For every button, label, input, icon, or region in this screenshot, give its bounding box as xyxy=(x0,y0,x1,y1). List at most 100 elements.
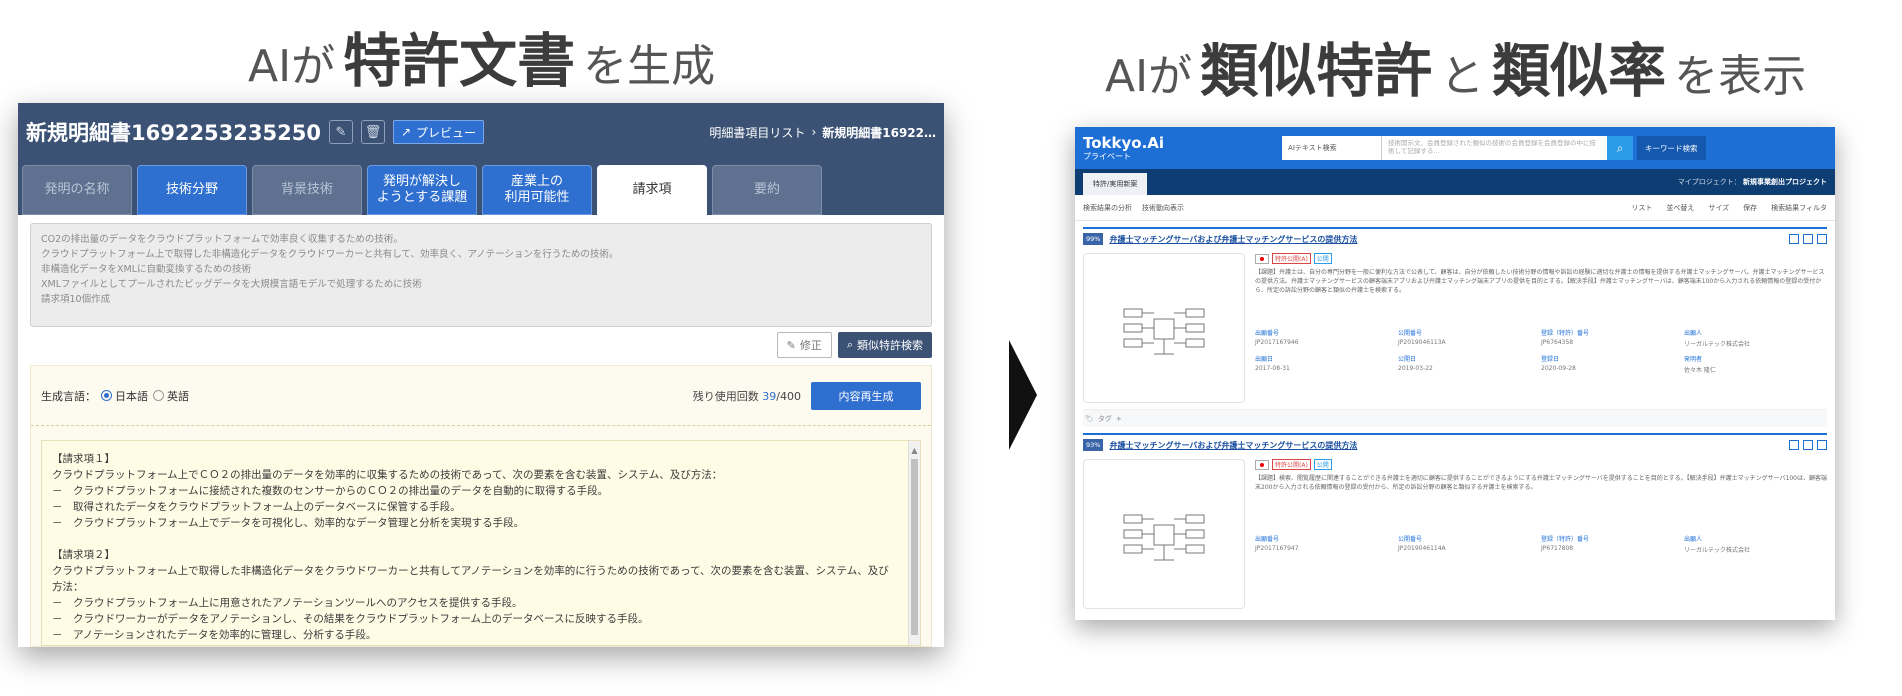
edit-title-button[interactable]: ✎ xyxy=(328,120,353,144)
scroll-up-icon[interactable]: ▲ xyxy=(909,443,920,459)
tab-0[interactable]: 発明の名称 xyxy=(22,165,132,215)
search-button[interactable]: ⌕ xyxy=(1607,136,1634,160)
document-title: 新規明細書1692253235250 xyxy=(26,121,321,145)
meta-value: 2020-09-28 xyxy=(1541,365,1576,372)
toolbar-item-0[interactable]: 検索結果の分析 xyxy=(1083,203,1132,213)
sub-header: 特許/実用新案 マイプロジェクト： 新規事業創出プロジェクト xyxy=(1075,169,1835,195)
patent-figure-thumbnail[interactable] xyxy=(1083,459,1245,609)
headline-pre: AIが xyxy=(1105,51,1193,102)
bookmark-icon[interactable] xyxy=(1803,234,1813,244)
preview-label: プレビュー xyxy=(416,125,477,140)
remaining-used: 39 xyxy=(762,389,777,403)
add-tag-icon[interactable]: + xyxy=(1116,415,1122,423)
regenerate-button[interactable]: 内容再生成 xyxy=(811,381,921,410)
meta-key: 登録（特許）番号 xyxy=(1541,536,1590,543)
claim-line: － アノテーションされたデータを効率的に管理し、分析する手段。 xyxy=(52,629,377,641)
tab-patents[interactable]: 特許/実用新案 xyxy=(1083,173,1148,195)
remaining-count: 残り使用回数 39/400 xyxy=(693,388,801,404)
meta-key: 出願人 xyxy=(1684,330,1703,337)
toolbar-action-4[interactable]: 検索結果フィルタ xyxy=(1771,203,1827,213)
meta-key: 登録日 xyxy=(1541,356,1560,363)
patent-editor-panel: 新規明細書1692253235250 ✎ 🗑 ↗ プレビュー 明細書項目リスト … xyxy=(18,103,944,647)
logo[interactable]: Tokkyo.Ai プライベート xyxy=(1083,135,1164,162)
result-badges: 特許公開(A) 公開 xyxy=(1255,459,1827,470)
preview-button[interactable]: ↗ プレビュー xyxy=(392,120,485,144)
similar-patent-search-button[interactable]: ⌕ 類似特許検索 xyxy=(837,332,932,358)
meta-value: JP2017167946 xyxy=(1255,339,1299,346)
pencil-icon: ✎ xyxy=(786,338,796,352)
breadcrumb: 明細書項目リスト › 新規明細書16922… xyxy=(709,124,936,141)
result-card-body: 特許公開(A) 公開 【課題】弁護士は、自分の専門分野を一般に便利な方法で公表して、… xyxy=(1083,253,1827,403)
result-abstract: 【課題】検索、閲覧履歴に関連することができる弁護士を適切に顧客に提供することがで… xyxy=(1255,475,1827,491)
tag-icon: 🏷 xyxy=(1085,414,1094,423)
headline-mid: と xyxy=(1440,51,1485,102)
similarity-badge: 99% xyxy=(1083,233,1104,245)
patent-figure-thumbnail[interactable] xyxy=(1083,253,1245,403)
search-input[interactable]: 技術開示文、会員登録された類似の技術の会員登録を会員登録の中に技術して記録する.… xyxy=(1382,136,1608,160)
search-mode-select[interactable]: AIテキスト検索 xyxy=(1282,136,1383,160)
tab-2[interactable]: 背景技術 xyxy=(252,165,362,215)
meta-value: JP2019046113A xyxy=(1398,339,1446,346)
result-metadata: 出願番号 JP2017167946 公開番号 JP2019046113A 登録（特許）番… xyxy=(1255,328,1827,374)
project-label: マイプロジェクト： xyxy=(1677,178,1741,186)
export-icon[interactable] xyxy=(1789,234,1799,244)
toolbar-action-3[interactable]: 保存 xyxy=(1743,203,1757,213)
edit-button[interactable]: ✎ 修正 xyxy=(776,332,832,358)
logo-text: Tokkyo.Ai xyxy=(1083,133,1165,152)
radio-english[interactable] xyxy=(153,390,164,401)
result-card[interactable]: 93% 弁護士マッチングサーバおよび弁護士マッチングサービスの提供方法 特許公開(A… xyxy=(1083,433,1827,609)
bookmark-icon[interactable] xyxy=(1803,440,1813,450)
tab-3[interactable]: 発明が解決し ようとする課題 xyxy=(367,165,477,215)
folder-icon[interactable] xyxy=(1817,234,1827,244)
toolbar-item-1[interactable]: 技術動向表示 xyxy=(1142,203,1184,213)
headline-post: を生成 xyxy=(583,41,716,92)
japan-flag-icon xyxy=(1255,253,1269,264)
similar-search-label: 類似特許検索 xyxy=(857,339,923,352)
scrollbar[interactable]: ▲ xyxy=(908,441,920,645)
project-indicator[interactable]: マイプロジェクト： 新規事業創出プロジェクト xyxy=(1678,177,1835,187)
result-card[interactable]: 99% 弁護士マッチングサーバおよび弁護士マッチングサービスの提供方法特許公開(A… xyxy=(1083,227,1827,427)
headline-bold-2: 類似率 xyxy=(1492,37,1667,105)
toolbar-action-2[interactable]: サイズ xyxy=(1708,203,1729,213)
search-bar: AIテキスト検索 技術開示文、会員登録された類似の技術の会員登録を会員登録の中に… xyxy=(1282,136,1634,160)
transition-arrow-icon xyxy=(1009,340,1037,450)
folder-icon[interactable] xyxy=(1817,440,1827,450)
claim-line: 【請求項２】 xyxy=(52,549,115,561)
result-card-header: 99% 弁護士マッチングサーバおよび弁護士マッチングサービスの提供方法 xyxy=(1083,229,1827,249)
toolbar-action-1[interactable]: 並べ替え xyxy=(1666,203,1694,213)
scrollbar-thumb[interactable] xyxy=(911,459,918,635)
export-icon[interactable] xyxy=(1789,440,1799,450)
figure-diagram-icon xyxy=(1123,514,1205,561)
toolbar-right: リスト 並べ替え サイズ 保存 検索結果フィルタ xyxy=(1631,203,1827,213)
app-header: Tokkyo.Ai プライベート AIテキスト検索 技術開示文、会員登録された類… xyxy=(1075,127,1835,169)
search-icon: ⌕ xyxy=(846,338,853,351)
toolbar-action-0[interactable]: リスト xyxy=(1631,203,1652,213)
result-details: 特許公開(A) 公開 【課題】弁護士は、自分の専門分野を一般に便利な方法で公表して、… xyxy=(1255,253,1827,403)
summary-line: XMLファイルとしてプールされたビッグデータを大規模言語モデルで処理するために技… xyxy=(41,279,422,290)
meta-key: 出願日 xyxy=(1255,356,1274,363)
search-icon: ⌕ xyxy=(1616,140,1624,155)
tab-5[interactable]: 請求項 xyxy=(597,165,707,215)
delete-button[interactable]: 🗑 xyxy=(360,120,385,144)
tab-6[interactable]: 要約 xyxy=(712,165,822,215)
meta-field: 出願日 2017-08-31 xyxy=(1255,354,1398,374)
result-title-link[interactable]: 弁護士マッチングサーバおよび弁護士マッチングサービスの提供方法 xyxy=(1109,234,1357,245)
summary-line: CO2の排出量のデータをクラウドプラットフォームで効率良く収集するための技術。 xyxy=(41,234,403,245)
card-action-icons xyxy=(1789,234,1827,244)
radio-japanese[interactable] xyxy=(101,390,112,401)
keyword-search-button[interactable]: キーワード検索 xyxy=(1637,136,1706,160)
invention-summary: CO2の排出量のデータをクラウドプラットフォームで効率良く収集するための技術。ク… xyxy=(30,223,932,327)
claim-line: － 取得されたデータをクラウドプラットフォーム上のデータベースに保管する手段。 xyxy=(52,501,461,513)
result-title-link[interactable]: 弁護士マッチングサーバおよび弁護士マッチングサービスの提供方法 xyxy=(1109,440,1357,451)
results-toolbar: 検索結果の分析 技術動向表示 リスト 並べ替え サイズ 保存 検索結果フィルタ xyxy=(1075,195,1835,221)
tab-4[interactable]: 産業上の 利用可能性 xyxy=(482,165,592,215)
meta-field: 出願人 リーガルテック株式会社 xyxy=(1684,534,1827,554)
meta-key: 出願番号 xyxy=(1255,330,1280,337)
tag-row[interactable]: 🏷 タグ + xyxy=(1083,409,1827,427)
claims-text[interactable]: 【請求項１】 クラウドプラットフォーム上でＣＯ２の排出量のデータを効率的に収集する… xyxy=(41,440,921,646)
meta-value: リーガルテック株式会社 xyxy=(1684,547,1751,554)
breadcrumb-list-link[interactable]: 明細書項目リスト xyxy=(709,124,805,141)
meta-value: JP2017167947 xyxy=(1255,545,1299,552)
meta-field: 登録日 2020-09-28 xyxy=(1541,354,1684,374)
tab-1[interactable]: 技術分野 xyxy=(137,165,247,215)
